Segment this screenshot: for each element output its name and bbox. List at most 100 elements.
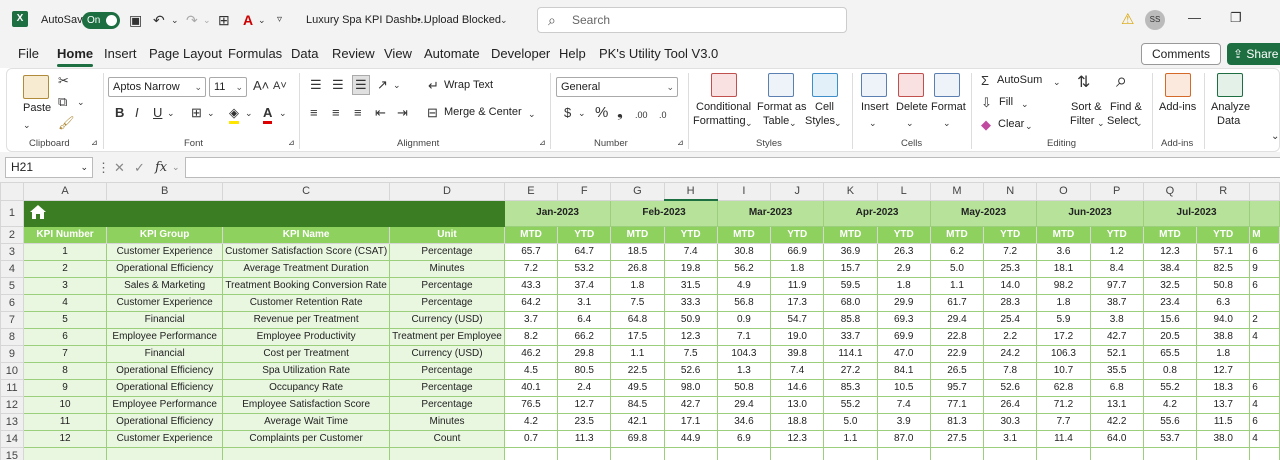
unit-cell[interactable]: Percentage: [389, 276, 505, 295]
value-cell[interactable]: 7.4: [876, 395, 931, 414]
kpi-group-cell[interactable]: Customer Experience: [106, 429, 224, 448]
fill-dropdown-icon[interactable]: ⌄: [245, 105, 253, 121]
file-title[interactable]: Luxury Spa KPI Dashb...: [306, 0, 426, 40]
empty-cell[interactable]: [389, 446, 505, 460]
value-cell[interactable]: 6.8: [1089, 378, 1144, 397]
column-header-g[interactable]: G: [610, 182, 665, 201]
kpi-number-cell[interactable]: 10: [22, 395, 108, 414]
format-painter-icon[interactable]: 🖌: [58, 115, 75, 131]
ytd-header[interactable]: YTD: [983, 225, 1038, 244]
value-cell-partial[interactable]: 6: [1249, 412, 1280, 431]
value-cell[interactable]: 34.6: [716, 412, 772, 431]
month-header[interactable]: Apr-2023: [823, 199, 931, 227]
analyze-data-label-2[interactable]: Data: [1217, 115, 1240, 127]
value-cell[interactable]: 1.8: [1196, 344, 1251, 363]
value-cell[interactable]: 84.5: [610, 395, 665, 414]
value-cell[interactable]: 7.4: [663, 242, 718, 261]
value-cell[interactable]: 26.8: [610, 259, 665, 278]
value-cell[interactable]: 33.3: [663, 293, 718, 312]
value-cell[interactable]: 50.9: [663, 310, 718, 329]
kpi-number-cell[interactable]: 3: [22, 276, 108, 295]
kpi-name-cell[interactable]: Average Wait Time: [222, 412, 391, 431]
value-cell[interactable]: 81.3: [929, 412, 985, 431]
value-cell[interactable]: 59.5: [823, 276, 878, 295]
kpi-group-cell[interactable]: Customer Experience: [106, 242, 224, 261]
value-cell[interactable]: 19.0: [770, 327, 825, 346]
value-cell[interactable]: 44.9: [663, 429, 718, 448]
value-cell[interactable]: 55.2: [823, 395, 878, 414]
collapse-ribbon-icon[interactable]: ⌄: [1271, 129, 1279, 145]
value-cell[interactable]: 57.1: [1196, 242, 1251, 261]
value-cell-partial[interactable]: 9: [1249, 259, 1280, 278]
value-cell[interactable]: 29.4: [929, 310, 985, 329]
value-cell[interactable]: 1.3: [716, 361, 772, 380]
table-icon[interactable]: ⊞: [218, 11, 230, 29]
row-header[interactable]: 13: [0, 412, 24, 431]
value-cell[interactable]: 104.3: [716, 344, 772, 363]
kpi-number-cell[interactable]: 4: [22, 293, 108, 312]
value-cell[interactable]: 5.9: [1036, 310, 1091, 329]
chevron-down-icon[interactable]: ⌄: [869, 115, 877, 131]
value-cell[interactable]: 69.8: [610, 429, 665, 448]
value-cell-partial[interactable]: [1249, 361, 1280, 380]
value-cell[interactable]: 3.6: [1036, 242, 1091, 261]
sort-filter-label-1[interactable]: Sort &: [1071, 101, 1102, 113]
value-cell[interactable]: 8.4: [1089, 259, 1144, 278]
merge-dropdown-icon[interactable]: ⌄: [528, 106, 536, 122]
merge-center-icon[interactable]: ⊟: [427, 105, 438, 121]
decrease-indent-icon[interactable]: ⇤: [375, 105, 386, 121]
month-header-partial[interactable]: [1249, 199, 1280, 227]
empty-cell[interactable]: [557, 446, 612, 460]
empty-cell[interactable]: [22, 446, 108, 460]
percent-icon[interactable]: %: [595, 105, 608, 121]
insert-cells-button[interactable]: Insert: [861, 101, 889, 113]
borders-icon[interactable]: ⊞: [191, 105, 202, 121]
value-cell[interactable]: 85.3: [823, 378, 878, 397]
unit-cell[interactable]: Treatment per Employee: [389, 327, 505, 346]
value-cell[interactable]: 64.2: [503, 293, 559, 312]
italic-icon[interactable]: I: [135, 105, 139, 121]
value-cell[interactable]: 23.4: [1142, 293, 1198, 312]
cut-icon[interactable]: ✂: [58, 73, 69, 89]
value-cell[interactable]: 1.8: [610, 276, 665, 295]
value-cell[interactable]: 114.1: [823, 344, 878, 363]
value-cell[interactable]: 50.8: [716, 378, 772, 397]
kpi-name-cell[interactable]: Occupancy Rate: [222, 378, 391, 397]
kpi-name-cell[interactable]: Spa Utilization Rate: [222, 361, 391, 380]
kpi-group-cell[interactable]: Employee Performance: [106, 395, 224, 414]
value-cell[interactable]: 55.2: [1142, 378, 1198, 397]
value-cell[interactable]: 85.8: [823, 310, 878, 329]
tab-automate[interactable]: Automate: [424, 40, 480, 68]
autosum-button[interactable]: AutoSum: [997, 74, 1042, 86]
empty-cell[interactable]: [106, 446, 224, 460]
value-cell[interactable]: 46.2: [503, 344, 559, 363]
value-cell[interactable]: 29.8: [557, 344, 612, 363]
value-cell[interactable]: 18.1: [1036, 259, 1091, 278]
value-cell[interactable]: 4.9: [716, 276, 772, 295]
home-icon[interactable]: [29, 204, 46, 219]
value-cell[interactable]: 1.8: [876, 276, 931, 295]
conditional-formatting-icon[interactable]: [711, 73, 737, 97]
empty-cell[interactable]: [716, 446, 772, 460]
conditional-formatting-label-1[interactable]: Conditional: [696, 101, 751, 113]
value-cell[interactable]: 3.7: [503, 310, 559, 329]
format-as-table-label-1[interactable]: Format as: [757, 101, 807, 113]
currency-icon[interactable]: $: [564, 105, 571, 121]
value-cell[interactable]: 23.5: [557, 412, 612, 431]
value-cell[interactable]: 38.0: [1196, 429, 1251, 448]
value-cell[interactable]: 7.5: [610, 293, 665, 312]
value-cell-partial[interactable]: [1249, 344, 1280, 363]
eraser-icon[interactable]: ◆: [981, 117, 991, 133]
value-cell[interactable]: 12.7: [1196, 361, 1251, 380]
value-cell[interactable]: 42.2: [1089, 412, 1144, 431]
kpi-name-header[interactable]: KPI Name: [222, 225, 391, 244]
name-box[interactable]: H21 ⌄: [5, 157, 93, 178]
value-cell[interactable]: 29.9: [876, 293, 931, 312]
value-cell[interactable]: 80.5: [557, 361, 612, 380]
redo-icon[interactable]: ↷: [186, 11, 198, 29]
kpi-group-cell[interactable]: Customer Experience: [106, 293, 224, 312]
value-cell[interactable]: 14.6: [770, 378, 825, 397]
value-cell[interactable]: 77.1: [929, 395, 985, 414]
unit-cell[interactable]: Percentage: [389, 395, 505, 414]
value-cell[interactable]: 33.7: [823, 327, 878, 346]
